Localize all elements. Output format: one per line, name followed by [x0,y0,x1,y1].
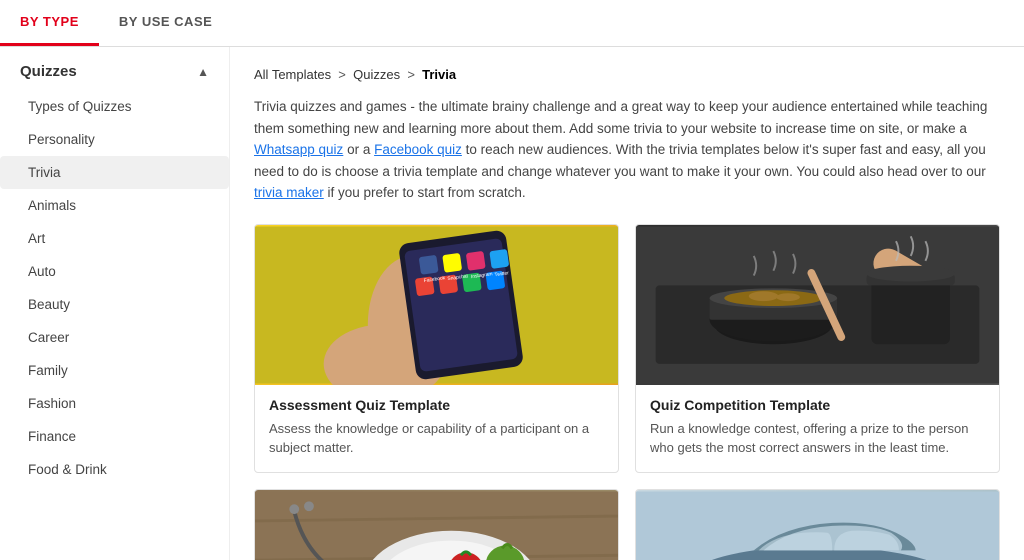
tab-by-use-case[interactable]: BY USE CASE [99,0,232,46]
sidebar-item-trivia[interactable]: Trivia [0,156,229,189]
card-image-car [636,490,999,560]
sidebar-item-finance[interactable]: Finance [0,420,229,453]
page-description: Trivia quizzes and games - the ultimate … [254,96,1000,204]
description-text-1: Trivia quizzes and games - the ultimate … [254,99,987,136]
breadcrumb-current: Trivia [422,67,456,82]
sidebar-item-food-drink[interactable]: Food & Drink [0,453,229,486]
whatsapp-quiz-link[interactable]: Whatsapp quiz [254,142,343,157]
top-navigation: BY TYPE BY USE CASE [0,0,1024,47]
card-body-competition: Quiz Competition Template Run a knowledg… [636,385,999,472]
card-title-competition: Quiz Competition Template [650,397,985,413]
card-body-assessment: Assessment Quiz Template Assess the know… [255,385,618,472]
sidebar-item-family[interactable]: Family [0,354,229,387]
sidebar-item-personality[interactable]: Personality [0,123,229,156]
sidebar-item-fashion[interactable]: Fashion [0,387,229,420]
tab-by-type[interactable]: BY TYPE [0,0,99,46]
template-grid: Facebook Snapchat Instagram Twitter Asse… [254,224,1000,560]
chevron-up-icon: ▲ [197,65,209,79]
sidebar-section-label: Quizzes [20,63,77,80]
sidebar-item-beauty[interactable]: Beauty [0,288,229,321]
template-card-assessment-quiz[interactable]: Facebook Snapchat Instagram Twitter Asse… [254,224,619,473]
card-image-food [255,490,618,560]
template-card-health-quiz[interactable]: Health Quiz Template Test knowledge on h… [254,489,619,560]
card-image-phone: Facebook Snapchat Instagram Twitter [255,225,618,385]
sidebar-item-animals[interactable]: Animals [0,189,229,222]
sidebar-item-auto[interactable]: Auto [0,255,229,288]
trivia-maker-link[interactable]: trivia maker [254,185,324,200]
breadcrumb-quizzes[interactable]: Quizzes [353,67,400,82]
card-title-assessment: Assessment Quiz Template [269,397,604,413]
breadcrumb: All Templates > Quizzes > Trivia [254,67,1000,82]
content-area: All Templates > Quizzes > Trivia Trivia … [230,47,1024,560]
card-desc-assessment: Assess the knowledge or capability of a … [269,419,604,458]
sidebar-item-art[interactable]: Art [0,222,229,255]
description-text-2: or a [343,142,374,157]
sidebar-section-header[interactable]: Quizzes ▲ [0,47,229,90]
facebook-quiz-link[interactable]: Facebook quiz [374,142,462,157]
card-desc-competition: Run a knowledge contest, offering a priz… [650,419,985,458]
template-card-quiz-competition[interactable]: Quiz Competition Template Run a knowledg… [635,224,1000,473]
card-image-cooking [636,225,999,385]
sidebar: Quizzes ▲ Types of Quizzes Personality T… [0,47,230,560]
breadcrumb-all-templates[interactable]: All Templates [254,67,331,82]
description-text-4: if you prefer to start from scratch. [324,185,526,200]
template-card-car-quiz[interactable]: Car Quiz Template Test knowledge on cars… [635,489,1000,560]
main-layout: Quizzes ▲ Types of Quizzes Personality T… [0,47,1024,560]
sidebar-item-career[interactable]: Career [0,321,229,354]
sidebar-item-types-of-quizzes[interactable]: Types of Quizzes [0,90,229,123]
